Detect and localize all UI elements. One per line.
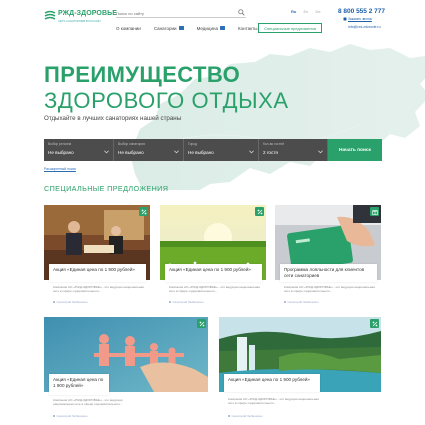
search-submit-button[interactable]: Начать поиск (328, 139, 382, 161)
nav-item-about[interactable]: О компании (116, 26, 141, 31)
site-header: РЖД-ЗДОРОВЬЕ СЕТЬ САНАТОРИЕВ В РОССИИ Ru… (0, 0, 425, 40)
offer-card-info: Программа лояльности для клиентов сети с… (280, 264, 377, 282)
chevron-down-icon (174, 150, 179, 154)
nav-item-label: Контакты (238, 25, 258, 31)
offer-card[interactable]: Акция «Единая цена по 1 900 рублей» Комп… (44, 317, 208, 425)
search-bar (116, 9, 246, 18)
expanded-search-link[interactable]: Расширенный поиск (44, 167, 76, 171)
region-select[interactable]: Выбор региона Не выбрано (44, 139, 114, 161)
hero-section: ПРЕИМУЩЕСТВО ЗДОРОВОГО ОТДЫХА Отдыхайте … (0, 40, 425, 190)
hero-title-line1: ПРЕИМУЩЕСТВО (44, 62, 241, 87)
field-label: Выбор региона (48, 142, 72, 146)
offer-card[interactable]: Акция «Единая цена по 1 900 рублей» Комп… (219, 317, 381, 425)
nav-item-sanatoriums[interactable]: Санатории (154, 26, 184, 31)
nav-item-label: Санатории (153, 25, 177, 31)
offer-card-desc: Компания АО «РЖД-ЗДОРОВЬЕ» - это ведущая… (228, 397, 319, 405)
lang-en[interactable]: En (303, 9, 308, 14)
main-nav: О компании Санатории Медицина Контакты (116, 23, 270, 33)
language-switcher: Ru En De (291, 9, 327, 14)
percent-badge-icon (197, 319, 206, 328)
lang-ru[interactable]: Ru (291, 9, 296, 14)
offer-card-title: Акция «Единая цена по 1 900 рублей» (228, 377, 310, 382)
offer-card-location: Санаторий Любашкино (228, 414, 263, 418)
offer-card-location: Санаторий Любашкино (284, 300, 319, 304)
offer-card-location: Санаторий Любашкино (169, 300, 204, 304)
nav-item-label: О компании (116, 25, 141, 31)
search-form: Выбор региона Не выбрано Выбор санатория… (44, 139, 382, 161)
city-select[interactable]: Город Не выбрано (184, 139, 259, 161)
nav-item-medicine[interactable]: Медицина (197, 26, 225, 31)
nav-item-contacts[interactable]: Контакты (238, 26, 257, 31)
offer-card-info: Акция «Единая цена по 1 900 рублей» (49, 374, 109, 395)
offer-card-desc: Компания АО «РЖД-ЗДОРОВЬЕ» - это ведущая… (169, 285, 260, 293)
offer-card-desc: Компания АО «РЖД-ЗДОРОВЬЕ» - это ведущая… (53, 285, 144, 293)
hero-subtitle: Отдыхайте в лучших санаториях нашей стра… (44, 115, 182, 122)
offer-card-location: Санаторий Любашкино (53, 300, 88, 304)
offer-card-info: Акция «Единая цена по 1 900 рублей» (49, 264, 146, 282)
dropdown-icon (220, 26, 225, 30)
percent-badge-icon (255, 207, 264, 216)
email-link[interactable]: info@rzd-zdorovie.ru (348, 25, 381, 29)
logo-text: РЖД-ЗДОРОВЬЕ (58, 10, 118, 17)
field-value: Не выбрано (118, 150, 144, 155)
special-offers-button[interactable]: Специальные предложения (258, 23, 322, 33)
guests-select[interactable]: Кол-во гостей 2 гостя (259, 139, 328, 161)
percent-badge-icon (370, 319, 379, 328)
offer-card[interactable]: Акция «Единая цена по 1 900 рублей» Комп… (44, 205, 150, 305)
offer-card-desc: Компания АО «РЖД-ЗДОРОВЬЕ» - это ведущая… (53, 398, 123, 406)
percent-badge-icon (139, 207, 148, 216)
offer-card-info: Акция «Единая цена по 1 900 рублей» (224, 374, 320, 392)
offer-card-location: Санаторий Любашкино (53, 414, 88, 418)
logo-subtitle: СЕТЬ САНАТОРИЕВ В РОССИИ (58, 19, 101, 23)
search-icon[interactable] (238, 9, 245, 16)
search-input[interactable] (116, 9, 234, 17)
sanatorium-select[interactable]: Выбор санатория Не выбрано (114, 139, 184, 161)
logo-icon (44, 10, 56, 20)
chevron-down-icon (104, 150, 109, 154)
section-title: СПЕЦИАЛЬНЫЕ ПРЕДЛОЖЕНИЯ (44, 184, 169, 193)
offer-card-info: Акция «Единая цена по 1 900 рублей» (165, 264, 262, 282)
callback-link[interactable]: Заказать звонок (348, 17, 372, 21)
offer-card-title: Акция «Единая цена по 1 900 рублей» (169, 267, 251, 272)
offer-card-title: Акция «Единая цена по 1 900 рублей» (53, 267, 135, 272)
dropdown-icon (178, 26, 184, 30)
field-label: Выбор санатория (118, 142, 145, 146)
phone-number[interactable]: 8 800 555 2 777 (338, 8, 385, 15)
chevron-down-icon (249, 150, 254, 154)
field-label: Город (188, 142, 197, 146)
gift-badge-icon (370, 207, 379, 216)
field-label: Кол-во гостей (263, 142, 284, 146)
offer-card-desc: Компания АО «РЖД-ЗДОРОВЬЕ» - это ведущая… (284, 285, 375, 293)
offer-card[interactable]: Программа лояльности для клиентов сети с… (275, 205, 381, 305)
lang-de[interactable]: De (316, 9, 321, 14)
phone-icon (343, 17, 347, 21)
field-value: 2 гостя (263, 150, 278, 155)
offer-card-title: Программа лояльности для клиентов сети с… (284, 267, 365, 278)
nav-item-label: Медицина (196, 25, 218, 31)
offer-card[interactable]: Акция «Единая цена по 1 900 рублей» Комп… (160, 205, 266, 305)
field-value: Не выбрано (188, 150, 214, 155)
chevron-down-icon (318, 150, 323, 154)
hero-title-line2: ЗДОРОВОГО ОТДЫХА (44, 88, 289, 113)
field-value: Не выбрано (48, 150, 74, 155)
offer-card-title: Акция «Единая цена по 1 900 рублей» (53, 377, 104, 388)
